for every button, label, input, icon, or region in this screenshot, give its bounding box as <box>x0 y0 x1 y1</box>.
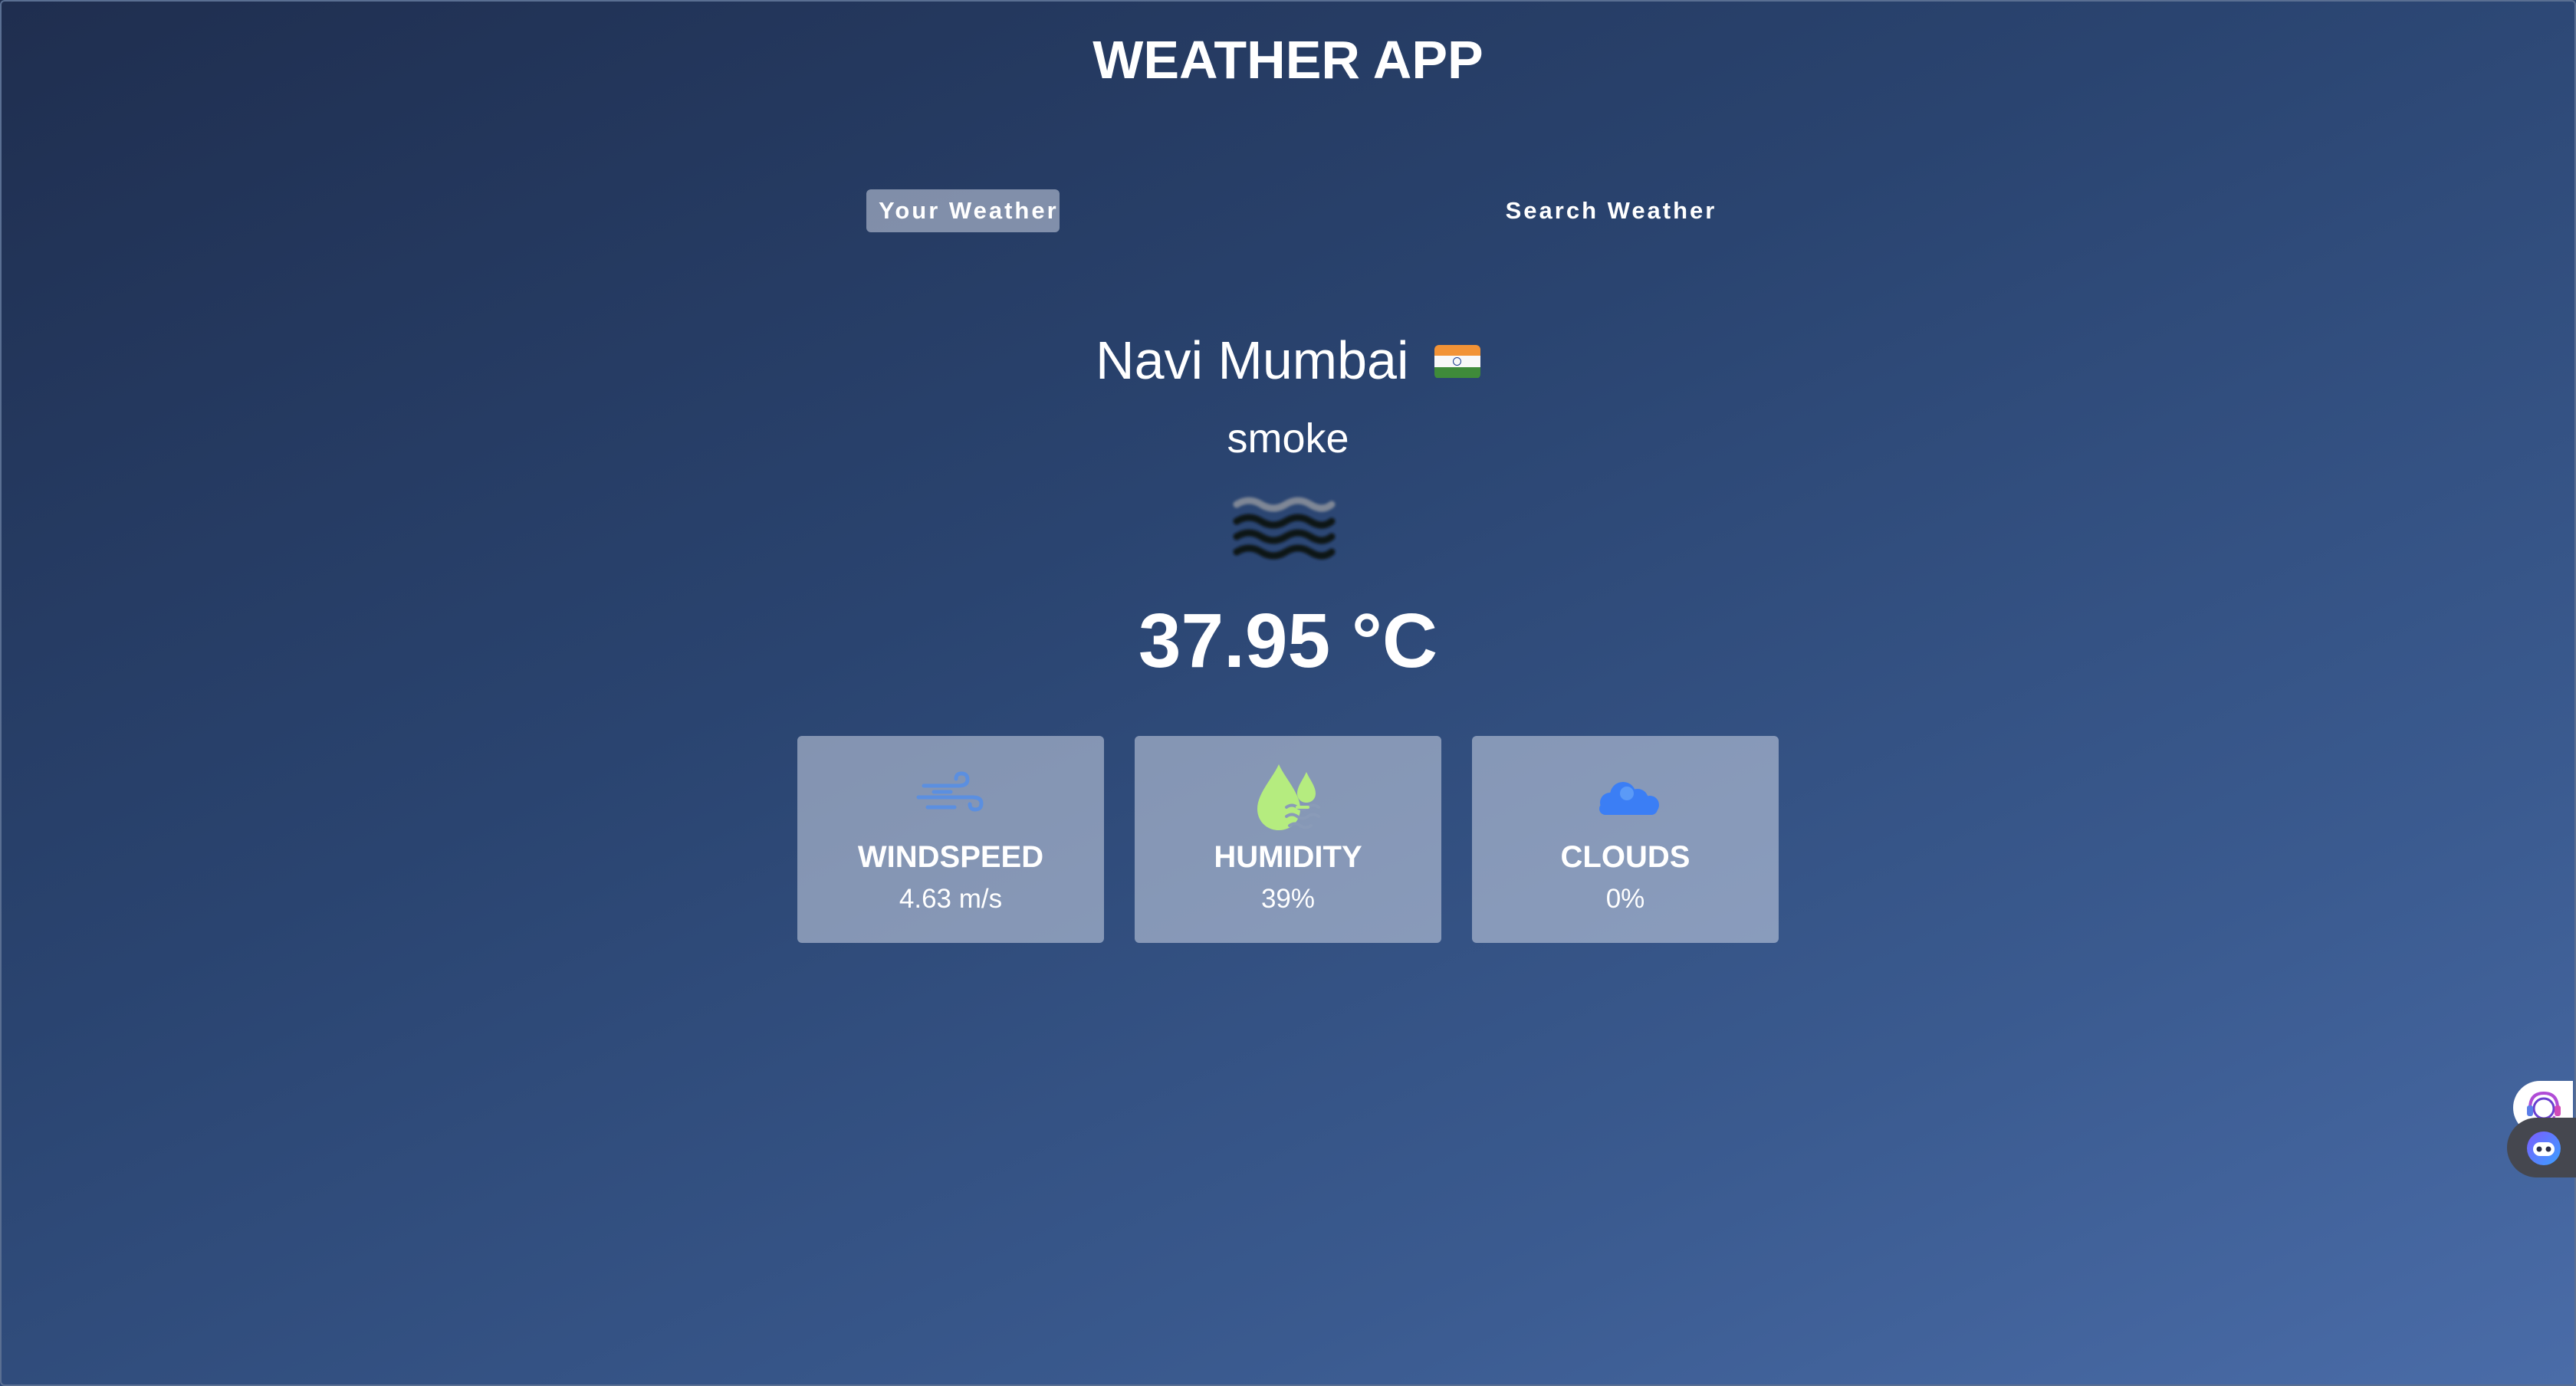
humidity-value: 39% <box>1260 884 1316 914</box>
weather-description: smoke <box>1227 415 1349 461</box>
clouds-card: CLOUDS 0% <box>1472 736 1779 943</box>
chat-bot-icon <box>2527 1131 2561 1165</box>
windspeed-value: 4.63 m/s <box>899 884 1003 914</box>
chatbot-widget-button[interactable] <box>2507 1118 2576 1177</box>
clouds-value: 0% <box>1605 884 1645 914</box>
cloud-icon <box>1599 782 1659 815</box>
windspeed-card: WINDSPEED 4.63 m/s <box>797 736 1104 943</box>
city-name: Navi Mumbai <box>1096 330 1409 390</box>
humidity-card: HUMIDITY 39% <box>1135 736 1441 943</box>
tab-your-weather[interactable]: Your Weather <box>866 189 1060 232</box>
temperature: 37.95 °C <box>1138 598 1438 684</box>
stats-cards: WINDSPEED 4.63 m/s HUMIDITY 39% CLOUDS 0… <box>797 736 1779 943</box>
india-flag-icon <box>1434 344 1480 379</box>
clouds-label: CLOUDS <box>1560 840 1691 874</box>
humidity-drops-icon <box>1257 764 1320 830</box>
location-row: Navi Mumbai <box>0 326 2576 395</box>
tab-bar: Your Weather Search Weather <box>866 189 1714 232</box>
app-title: WEATHER APP <box>1092 30 1484 90</box>
humidity-label: HUMIDITY <box>1214 840 1362 874</box>
wind-icon <box>916 771 984 812</box>
windspeed-label: WINDSPEED <box>857 840 1044 874</box>
tab-search-weather[interactable]: Search Weather <box>1490 189 1733 232</box>
smoke-haze-icon <box>1233 497 1336 560</box>
